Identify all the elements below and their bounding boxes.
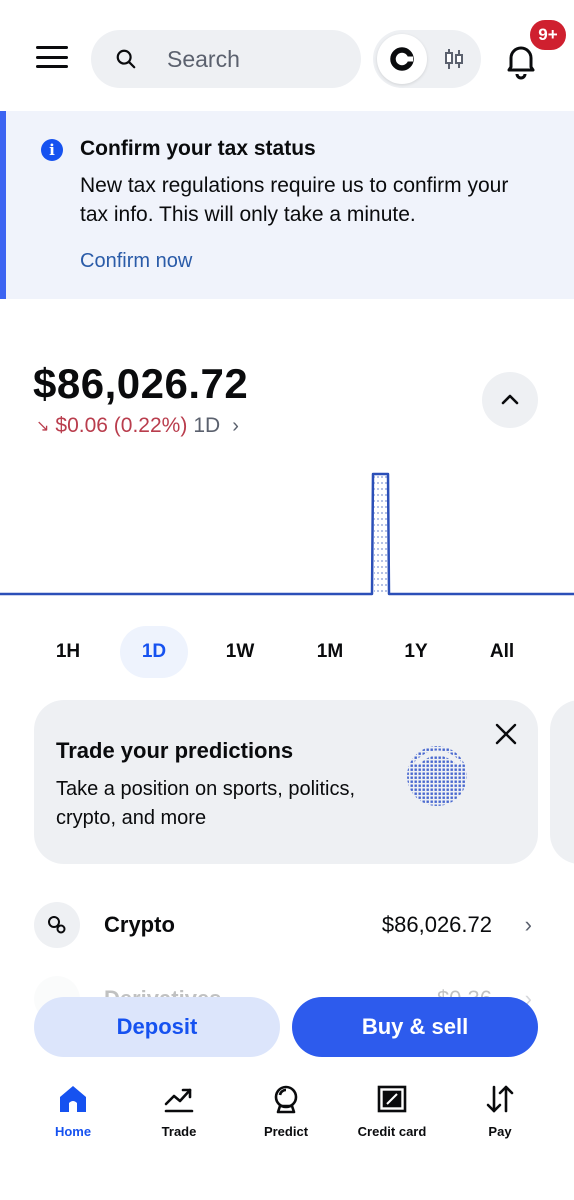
buy-sell-button[interactable]: Buy & sell — [292, 997, 538, 1057]
nav-home[interactable]: Home — [18, 1082, 128, 1152]
chevron-right-icon: › — [232, 414, 239, 437]
change-value: $0.06 (0.22%) — [55, 414, 188, 437]
trend-icon — [164, 1088, 194, 1113]
candlestick-icon[interactable] — [441, 46, 467, 72]
search-icon — [116, 49, 136, 69]
portfolio-balance: $86,026.72 — [33, 360, 249, 407]
asset-row-crypto[interactable]: Crypto $86,026.72 › — [34, 896, 538, 956]
nav-label: Predict — [263, 1124, 309, 1139]
notification-badge: 9+ — [528, 18, 568, 52]
search-bar[interactable] — [91, 30, 361, 88]
range-1y[interactable]: 1Y — [386, 626, 446, 678]
globe-icon — [407, 746, 467, 806]
search-input[interactable] — [167, 45, 347, 73]
info-icon: i — [41, 139, 63, 161]
predict-icon — [274, 1085, 298, 1114]
banner-title: Confirm your tax status — [80, 137, 316, 160]
top-bar: 9+ — [0, 0, 574, 110]
crypto-coins-icon — [34, 902, 80, 948]
mode-toggle[interactable] — [373, 30, 481, 88]
deposit-button[interactable]: Deposit — [34, 997, 280, 1057]
predictions-promo-card[interactable]: Trade your predictions Take a position o… — [34, 700, 538, 864]
promo-title: Trade your predictions — [56, 738, 294, 763]
range-1h[interactable]: 1H — [38, 626, 98, 678]
promo-body: Take a position on sports, politics, cry… — [56, 778, 356, 829]
range-1d[interactable]: 1D — [120, 626, 188, 678]
time-range-selector: 1H 1D 1W 1M 1Y All — [0, 626, 574, 678]
chevron-right-icon: › — [524, 912, 532, 937]
tax-status-banner: i Confirm your tax status New tax regula… — [0, 111, 574, 299]
close-icon[interactable] — [494, 722, 518, 746]
nav-pay[interactable]: Pay — [445, 1082, 555, 1152]
chart-line — [0, 472, 574, 596]
banner-body: New tax regulations require us to confir… — [80, 174, 509, 226]
range-all[interactable]: All — [472, 626, 532, 678]
nav-label: Home — [54, 1124, 92, 1139]
portfolio-chart[interactable] — [0, 450, 574, 610]
asset-label: Crypto — [104, 912, 175, 937]
nav-predict[interactable]: Predict — [231, 1082, 341, 1152]
portfolio-change[interactable]: ↘ $0.06 (0.22%) 1D › — [36, 414, 239, 438]
home-icon — [60, 1086, 86, 1112]
nav-trade[interactable]: Trade — [124, 1082, 234, 1152]
change-period: 1D — [193, 414, 221, 437]
asset-value: $86,026.72 — [381, 912, 492, 937]
menu-icon[interactable] — [36, 46, 68, 72]
nav-label: Credit card — [357, 1124, 427, 1139]
nav-credit-card[interactable]: Credit card — [337, 1082, 447, 1152]
down-arrow-icon: ↘ — [36, 418, 50, 435]
bottom-navigation: Home Trade Predict Credit card Pay — [0, 1070, 574, 1200]
nav-label: Trade — [161, 1124, 197, 1139]
range-1w[interactable]: 1W — [210, 626, 270, 678]
transfer-arrows-icon — [486, 1085, 514, 1113]
next-promo-card[interactable] — [550, 700, 574, 864]
chart-spike-fill — [374, 475, 387, 594]
collapse-chart-button[interactable] — [482, 372, 538, 428]
nav-label: Pay — [488, 1124, 512, 1139]
confirm-now-link[interactable]: Confirm now — [80, 250, 192, 273]
chevron-up-icon — [501, 394, 519, 405]
coinbase-logo-icon[interactable] — [377, 34, 427, 84]
range-1m[interactable]: 1M — [300, 626, 360, 678]
credit-card-icon — [377, 1085, 407, 1113]
